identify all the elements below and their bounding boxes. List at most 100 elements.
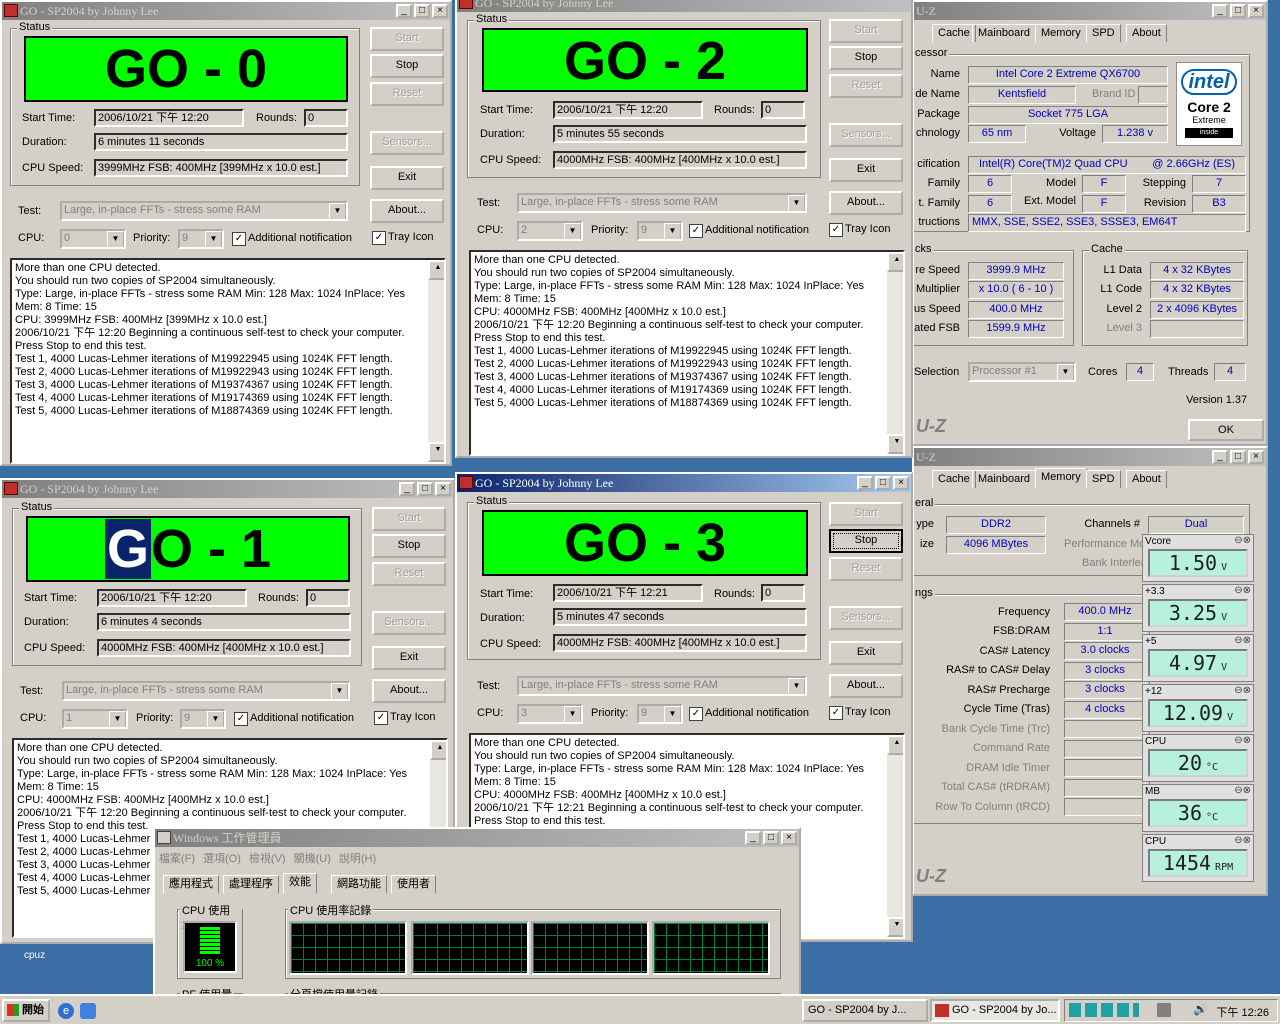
close-button[interactable]: × [1248, 4, 1264, 18]
tab-cache[interactable]: Cache [932, 24, 976, 42]
about-button[interactable]: About... [372, 679, 446, 703]
gadget-controls-icon[interactable]: ⊖⊗ [1234, 785, 1251, 796]
close-button[interactable]: × [432, 4, 448, 18]
tray-icon-checkbox[interactable]: Tray Icon [372, 231, 433, 245]
sp2004-titlebar[interactable]: GO - SP2004 by Johnny Lee _ □ × [457, 474, 911, 492]
tab-mainboard[interactable]: Mainboard [972, 24, 1036, 42]
test-select[interactable]: Large, in-place FFTs - stress some RAM [62, 681, 350, 701]
additional-notification-checkbox[interactable]: Additional notification [689, 224, 809, 238]
tray-monitor-icon[interactable] [1069, 1003, 1139, 1017]
start-button[interactable]: Start [370, 27, 444, 51]
reset-button[interactable]: Reset [370, 82, 444, 106]
tab-users[interactable]: 使用者 [391, 875, 436, 893]
sp2004-titlebar[interactable]: GO - SP2004 by Johnny Lee _ □ × [2, 480, 453, 498]
sp2004-titlebar[interactable]: GO - SP2004 by Johnny Lee _ □ × [2, 2, 450, 20]
taskbar-sp2004-button-1[interactable]: GO - SP2004 by J... [802, 999, 928, 1022]
cpu-select[interactable]: 3 [517, 704, 583, 724]
minimize-button[interactable]: _ [396, 4, 412, 18]
additional-notification-checkbox[interactable]: Additional notification [232, 232, 352, 246]
close-button[interactable]: × [781, 831, 797, 845]
sensor-gadget-33-1[interactable]: +3.3 ⊖⊗ 3.25 V [1142, 584, 1254, 632]
cpuz-memory-titlebar[interactable]: U-Z _ □ × [914, 448, 1266, 466]
maximize-button[interactable]: □ [1230, 4, 1246, 18]
sensor-gadget-12-3[interactable]: +12 ⊖⊗ 12.09 V [1142, 684, 1254, 732]
start-button[interactable]: Start [372, 507, 446, 531]
stop-button[interactable]: Stop [829, 46, 903, 70]
sensor-gadget-vcore-0[interactable]: Vcore ⊖⊗ 1.50 V [1142, 534, 1254, 582]
tab-performance[interactable]: 效能 [283, 873, 317, 893]
sensor-gadget-cpu-6[interactable]: CPU ⊖⊗ 1454 RPM [1142, 834, 1254, 882]
menu-shutdown[interactable]: 關機(U) [294, 853, 331, 865]
priority-select[interactable]: 9 [637, 704, 683, 724]
priority-select[interactable]: 9 [178, 229, 224, 249]
sensor-gadget-cpu-4[interactable]: CPU ⊖⊗ 20 °C [1142, 734, 1254, 782]
menu-view[interactable]: 檢視(V) [249, 853, 286, 865]
taskbar-sp2004-button-2[interactable]: GO - SP2004 by Jo... [930, 999, 1060, 1022]
maximize-button[interactable]: □ [1230, 450, 1246, 464]
tab-spd[interactable]: SPD [1086, 470, 1121, 488]
stop-button[interactable]: Stop [370, 54, 444, 78]
maximize-button[interactable]: □ [417, 482, 433, 496]
test-select[interactable]: Large, in-place FFTs - stress some RAM [60, 201, 348, 221]
log-scrollbar[interactable] [428, 260, 444, 462]
tab-about[interactable]: About [1126, 470, 1167, 488]
exit-button[interactable]: Exit [829, 158, 903, 182]
log-scrollbar[interactable] [887, 735, 903, 937]
log-output[interactable]: More than one CPU detected. You should ru… [10, 258, 446, 464]
about-button[interactable]: About... [370, 199, 444, 223]
desktop-icon-label[interactable]: cpuz [24, 950, 45, 961]
close-button[interactable]: × [893, 476, 909, 490]
gadget-controls-icon[interactable]: ⊖⊗ [1234, 685, 1251, 696]
start-button[interactable]: 開始 [2, 999, 50, 1022]
tab-applications[interactable]: 應用程式 [163, 875, 219, 893]
cpu-select[interactable]: 2 [517, 221, 583, 241]
additional-notification-checkbox[interactable]: Additional notification [234, 712, 354, 726]
exit-button[interactable]: Exit [829, 641, 903, 665]
reset-button[interactable]: Reset [829, 74, 903, 98]
gadget-controls-icon[interactable]: ⊖⊗ [1234, 585, 1251, 596]
task-manager-titlebar[interactable]: Windows 工作管理員 _ □ × [155, 829, 799, 847]
priority-select[interactable]: 9 [637, 221, 683, 241]
minimize-button[interactable]: _ [399, 482, 415, 496]
menu-file[interactable]: 檔案(F) [159, 853, 195, 865]
ie-quicklaunch-icon[interactable]: e [58, 1003, 74, 1019]
test-select[interactable]: Large, in-place FFTs - stress some RAM [517, 676, 807, 696]
test-select[interactable]: Large, in-place FFTs - stress some RAM [517, 193, 807, 213]
reset-button[interactable]: Reset [372, 562, 446, 586]
tab-about[interactable]: About [1126, 24, 1167, 42]
tab-mainboard[interactable]: Mainboard [972, 470, 1036, 488]
tab-processes[interactable]: 處理程序 [223, 875, 279, 893]
tab-memory[interactable]: Memory [1035, 468, 1087, 488]
gadget-controls-icon[interactable]: ⊖⊗ [1234, 735, 1251, 746]
minimize-button[interactable]: _ [1212, 450, 1228, 464]
log-scrollbar[interactable] [887, 252, 903, 454]
tab-networking[interactable]: 網路功能 [331, 875, 387, 893]
maximize-button[interactable]: □ [414, 4, 430, 18]
log-output[interactable]: More than one CPU detected. You should ru… [469, 250, 905, 456]
outlook-quicklaunch-icon[interactable] [80, 1003, 96, 1019]
exit-button[interactable]: Exit [370, 166, 444, 190]
close-button[interactable]: × [1248, 450, 1264, 464]
cpuz-titlebar[interactable]: U-Z _ □ × [914, 2, 1266, 20]
clock[interactable]: 下午 12:26 [1216, 1004, 1269, 1020]
reset-button[interactable]: Reset [829, 557, 903, 581]
sensor-gadget-mb-5[interactable]: MB ⊖⊗ 36 °C [1142, 784, 1254, 832]
gadget-controls-icon[interactable]: ⊖⊗ [1234, 635, 1251, 646]
minimize-button[interactable]: _ [857, 476, 873, 490]
start-button[interactable]: Start [829, 19, 903, 43]
processor-select[interactable]: Processor #1 [968, 362, 1076, 382]
tab-spd[interactable]: SPD [1086, 24, 1121, 42]
tray-speaker-icon[interactable]: 🔊 [1193, 1002, 1208, 1016]
menu-options[interactable]: 選項(O) [203, 853, 241, 865]
sensors-button[interactable]: Sensors... [372, 611, 446, 635]
tab-memory[interactable]: Memory [1035, 24, 1087, 42]
stop-button[interactable]: Stop [372, 534, 446, 558]
tray-network-icon[interactable] [1157, 1003, 1171, 1017]
stop-button[interactable]: Stop [829, 529, 903, 553]
sensors-button[interactable]: Sensors... [829, 123, 903, 147]
start-button[interactable]: Start [829, 502, 903, 526]
tab-cache[interactable]: Cache [932, 470, 976, 488]
additional-notification-checkbox[interactable]: Additional notification [689, 707, 809, 721]
tray-icon-checkbox[interactable]: Tray Icon [829, 223, 890, 237]
ok-button[interactable]: OK [1188, 419, 1264, 441]
